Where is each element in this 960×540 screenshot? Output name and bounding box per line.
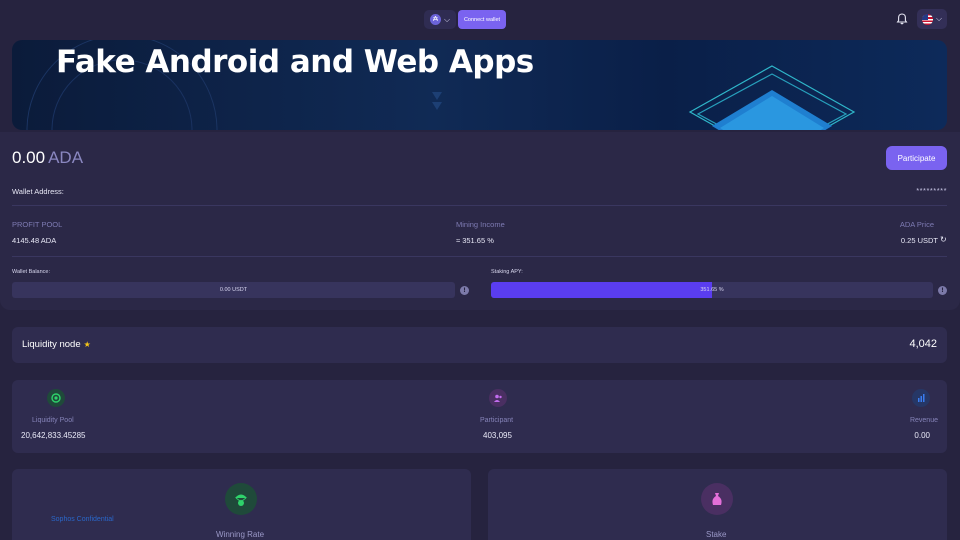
winning-rate-card[interactable]: Winning Rate: [12, 469, 471, 540]
liquidity-pool-label: Liquidity Pool: [32, 417, 74, 424]
promo-banner: Fake Android and Web Apps: [12, 40, 947, 130]
ada-price-value: 0.25 USDT: [900, 236, 938, 245]
balance-display: 0.00 ADA: [12, 148, 83, 168]
revenue-value: 0.00: [914, 431, 930, 440]
mining-income-value: ≈ 351.65 %: [456, 236, 494, 245]
us-flag-icon: [921, 13, 933, 25]
bell-icon[interactable]: [895, 12, 909, 26]
stake-card[interactable]: Stake: [488, 469, 947, 540]
participant-value: 403,095: [483, 431, 512, 440]
star-icon: ★: [83, 340, 91, 349]
top-bar: ₳ ⌵ Connect wallet ⌵: [0, 0, 960, 40]
language-selector[interactable]: ⌵: [917, 9, 947, 29]
pool-stats-card: Liquidity Pool 20,642,833.45285 Particip…: [12, 380, 947, 453]
wallet-balance-value: 0.00 USDT: [219, 287, 248, 293]
balance-amount: 0.00: [12, 148, 46, 167]
stake-label: Stake: [706, 530, 727, 539]
watermark-text: Sophos Confidential: [51, 516, 114, 523]
liquidity-node-card[interactable]: Liquidity node ★ 4,042: [12, 327, 947, 363]
connect-wallet-button[interactable]: Connect wallet: [458, 10, 506, 29]
money-bag-parachute-icon: [225, 483, 257, 515]
profit-pool-value: 4145.48 ADA: [12, 236, 57, 245]
divider: [12, 205, 947, 206]
wallet-address-value: *********: [916, 186, 947, 195]
mining-income-label: Mining Income: [456, 220, 505, 229]
divider: [12, 256, 947, 257]
wallet-balance-bar: 0.00 USDT: [12, 282, 455, 298]
banner-title: Fake Android and Web Apps: [56, 44, 534, 80]
bar-chart-icon: [912, 389, 930, 407]
info-icon[interactable]: !: [938, 286, 947, 295]
chevron-down-icon: ⌵: [935, 14, 943, 23]
participate-button[interactable]: Participate: [886, 146, 947, 170]
cardano-coin-icon: ₳: [429, 14, 441, 25]
staking-apy-value: 351.65 %: [700, 287, 724, 293]
info-icon[interactable]: !: [460, 286, 469, 295]
liquidity-pool-value: 20,642,833.45285: [21, 431, 86, 440]
winning-rate-label: Winning Rate: [216, 530, 265, 539]
revenue-label: Revenue: [909, 417, 938, 424]
chain-selector[interactable]: ₳ ⌵: [424, 10, 456, 29]
profit-pool-label: PROFIT POOL: [12, 220, 63, 229]
liquidity-node-text: Liquidity node: [22, 339, 81, 350]
liquidity-pool-icon: [47, 389, 65, 407]
liquidity-node-label: Liquidity node ★: [22, 339, 91, 350]
refresh-icon[interactable]: ↻: [940, 235, 947, 244]
wallet-balance-label: Wallet Balance:: [12, 269, 51, 275]
liquidity-node-value: 4,042: [909, 338, 937, 350]
wallet-address-label: Wallet Address:: [12, 187, 64, 196]
ada-price-label: ADA Price: [899, 220, 934, 229]
staking-apy-bar: 351.65 %: [491, 282, 933, 298]
chevron-down-icon: ⌵: [443, 14, 451, 24]
participant-label: Participant: [480, 417, 514, 424]
balance-unit: ADA: [48, 148, 84, 167]
staking-apy-label: Staking APY:: [491, 269, 523, 275]
participants-icon: [489, 389, 507, 407]
money-bag-icon: [701, 483, 733, 515]
